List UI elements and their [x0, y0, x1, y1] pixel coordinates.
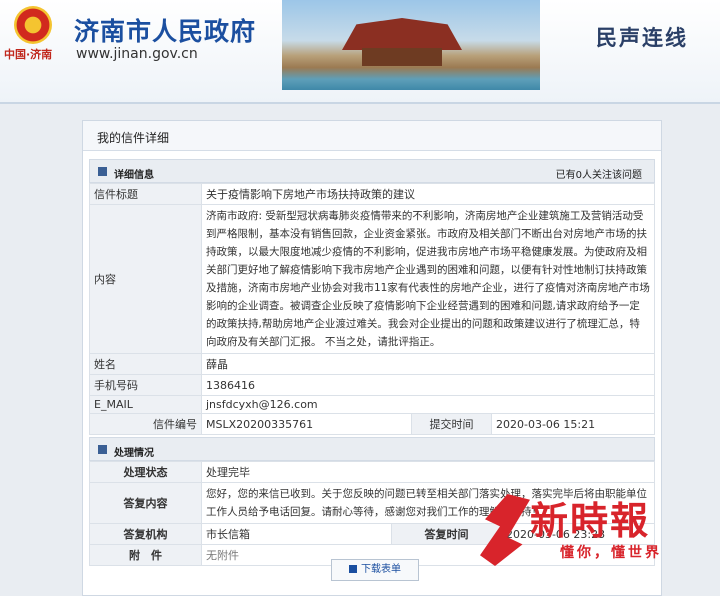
pavilion-roof-icon	[342, 18, 462, 50]
table-row: E_MAIL jnsfdcyxh@126.com	[89, 395, 655, 414]
tab-my-letter-detail[interactable]: 我的信件详细	[97, 129, 169, 146]
list-icon	[98, 167, 107, 176]
letter-title-label: 信件标题	[89, 183, 202, 205]
org-label: 答复机构	[89, 523, 202, 545]
watermark-logo: 新時報 懂你，懂世界	[480, 490, 716, 590]
watermark-name: 新時報	[530, 498, 651, 543]
table-row: 处理状态 处理完毕	[89, 461, 655, 483]
content-label: 内容	[89, 204, 202, 354]
status-label: 处理状态	[89, 461, 202, 483]
site-header: 中国·济南 济南市人民政府 www.jinan.gov.cn 民声连线	[0, 0, 720, 104]
content-value: 济南市政府: 受新型冠状病毒肺炎疫情带来的不利影响，济南房地产企业建筑施工及营销…	[201, 204, 655, 354]
phone-value: 1386416	[201, 374, 655, 396]
national-emblem-icon	[14, 6, 52, 44]
status-value: 处理完毕	[201, 461, 655, 483]
download-icon	[349, 565, 357, 573]
list-icon	[98, 445, 107, 454]
letter-no-label: 信件编号	[89, 413, 202, 435]
handling-section-title: 处理情况	[114, 448, 154, 459]
table-row: 信件标题 关于疫情影响下房地产市场扶持政策的建议	[89, 183, 655, 205]
download-form-button[interactable]: 下载表单	[331, 559, 419, 581]
follow-count: 已有0人关注该问题	[555, 170, 642, 181]
city-logo-text: 中国·济南	[4, 48, 53, 61]
watermark-mark-icon	[480, 494, 530, 566]
site-url[interactable]: www.jinan.gov.cn	[76, 46, 198, 62]
name-label: 姓名	[89, 353, 202, 375]
banner-image	[282, 0, 540, 90]
email-label: E_MAIL	[89, 395, 202, 414]
detail-section-header: 详细信息 已有0人关注该问题	[89, 159, 655, 183]
site-title[interactable]: 济南市人民政府	[74, 12, 256, 48]
pavilion-body-icon	[362, 48, 442, 66]
email-value: jnsfdcyxh@126.com	[201, 395, 655, 414]
submit-time-value: 2020-03-06 15:21	[491, 413, 655, 435]
handling-section-header: 处理情况	[89, 437, 655, 461]
name-value: 薛晶	[201, 353, 655, 375]
phone-label: 手机号码	[89, 374, 202, 396]
watermark-slogan: 懂你，懂世界	[560, 545, 662, 561]
org-value: 市长信箱	[201, 523, 392, 545]
table-row: 信件编号 MSLX20200335761 提交时间 2020-03-06 15:…	[89, 413, 655, 435]
table-row: 内容 济南市政府: 受新型冠状病毒肺炎疫情带来的不利影响，济南房地产企业建筑施工…	[89, 204, 655, 354]
panel-tabbar: 我的信件详细	[83, 121, 661, 151]
table-row: 姓名 薛晶	[89, 353, 655, 375]
letter-no-value: MSLX20200335761	[201, 413, 412, 435]
table-row: 手机号码 1386416	[89, 374, 655, 396]
section-name: 民声连线	[596, 26, 688, 50]
reply-label: 答复内容	[89, 482, 202, 524]
attach-label: 附 件	[89, 544, 202, 566]
detail-table: 信件标题 关于疫情影响下房地产市场扶持政策的建议 内容 济南市政府: 受新型冠状…	[89, 183, 655, 435]
download-button-label: 下载表单	[361, 564, 401, 575]
detail-section-title: 详细信息	[114, 170, 154, 181]
submit-time-label: 提交时间	[411, 413, 492, 435]
letter-title-value: 关于疫情影响下房地产市场扶持政策的建议	[201, 183, 655, 205]
